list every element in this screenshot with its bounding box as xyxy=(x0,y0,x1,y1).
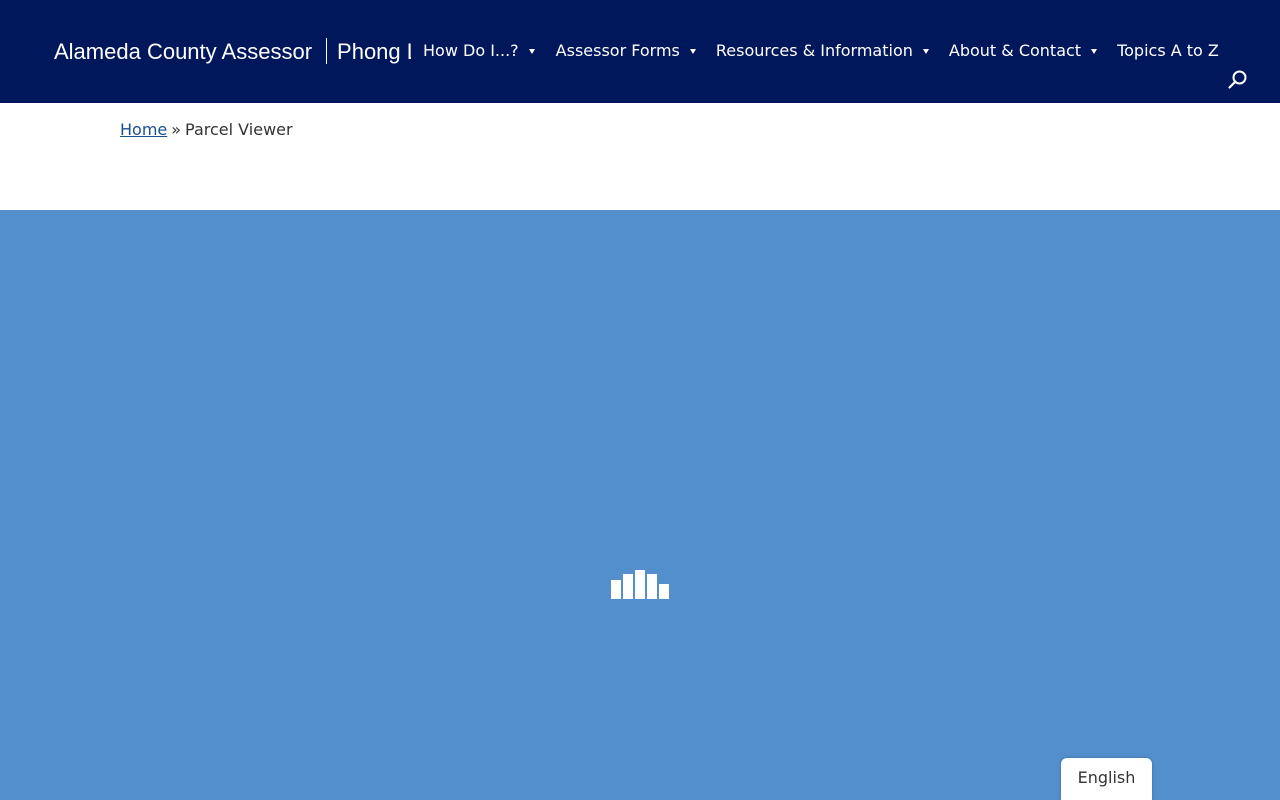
main-nav: How Do I...? Assessor Forms Resources & … xyxy=(423,38,1219,64)
caret-down-icon xyxy=(1091,48,1098,54)
breadcrumb-home-link[interactable]: Home xyxy=(120,120,167,139)
site-title: Alameda County Assessor xyxy=(54,39,313,64)
nav-item-about-contact[interactable]: About & Contact xyxy=(948,38,1098,64)
loading-bars-icon xyxy=(611,570,669,599)
nav-item-label: About & Contact xyxy=(948,41,1082,60)
nav-item-how-do-i[interactable]: How Do I...? xyxy=(423,38,535,64)
assessor-name: Phong La xyxy=(337,39,411,64)
nav-item-resources-information[interactable]: Resources & Information xyxy=(716,38,929,64)
nav-item-label: Assessor Forms xyxy=(555,41,680,60)
breadcrumb-separator: » xyxy=(171,120,182,139)
breadcrumb: Home» Parcel Viewer xyxy=(120,118,293,142)
nav-item-label: How Do I...? xyxy=(423,41,519,60)
search-icon[interactable] xyxy=(1227,69,1249,91)
nav-item-topics-a-to-z[interactable]: Topics A to Z xyxy=(1117,38,1219,64)
nav-item-label: Resources & Information xyxy=(715,41,913,60)
site-header: Alameda County Assessor Phong La How Do I… xyxy=(0,0,1280,103)
parcel-viewer-map[interactable] xyxy=(0,210,1280,800)
language-selector[interactable]: English xyxy=(1061,758,1152,800)
logo-divider xyxy=(326,38,328,64)
caret-down-icon xyxy=(528,48,535,54)
nav-item-label: Topics A to Z xyxy=(1117,41,1219,60)
nav-item-assessor-forms[interactable]: Assessor Forms xyxy=(556,38,696,64)
breadcrumb-current: Parcel Viewer xyxy=(185,120,293,139)
caret-down-icon xyxy=(922,48,929,54)
caret-down-icon xyxy=(689,48,696,54)
site-logo[interactable]: Alameda County Assessor Phong La xyxy=(54,36,411,68)
